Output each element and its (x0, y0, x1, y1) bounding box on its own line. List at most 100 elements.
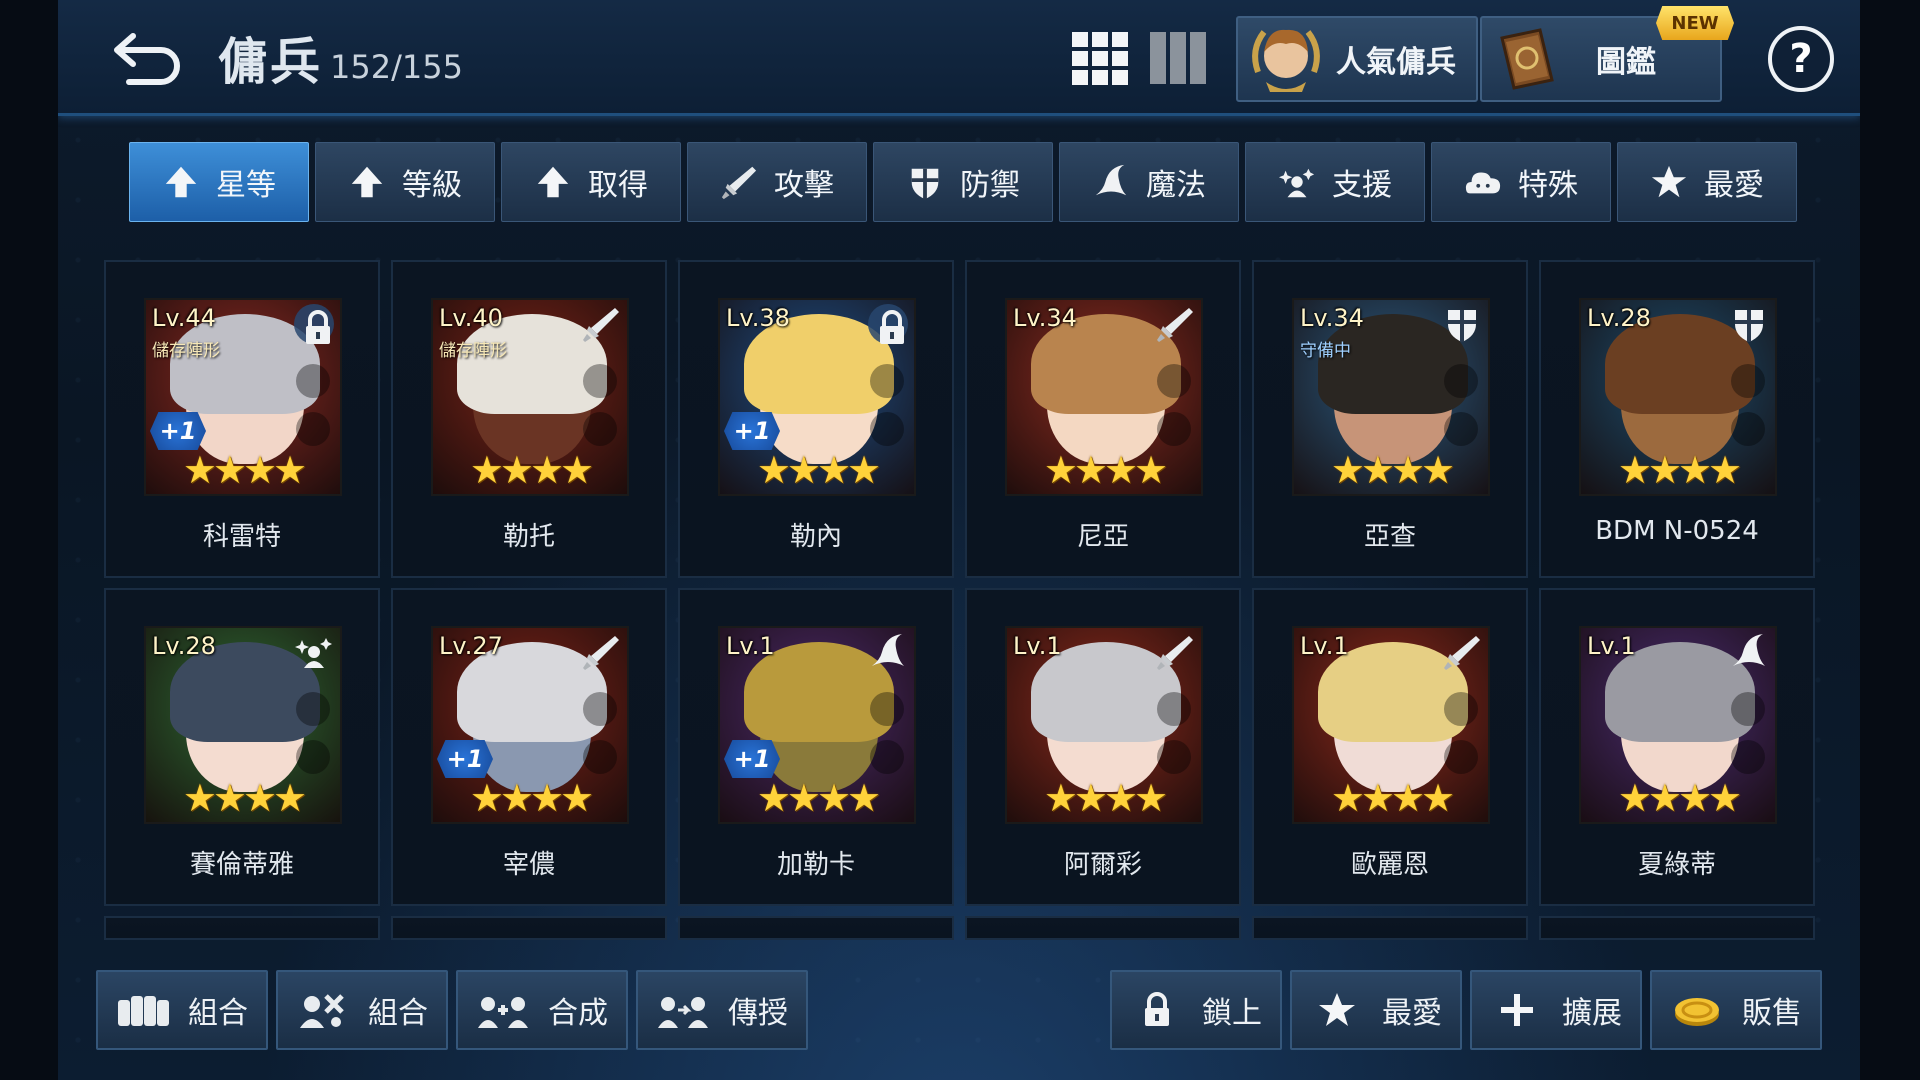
class-badge (294, 304, 334, 344)
hero-name: 宰儂 (502, 850, 555, 880)
hero-card[interactable]: Lv.27 +1 ★★★★ 宰儂 (391, 588, 667, 906)
hero-card-partial[interactable] (1252, 916, 1528, 940)
hero-name: 尼亞 (1076, 522, 1129, 552)
hero-card-partial[interactable] (104, 916, 380, 940)
sort-tab-label: 攻擊 (774, 168, 834, 203)
sort-tab-label: 魔法 (1146, 168, 1206, 203)
rune-slot (583, 412, 617, 446)
cloud-icon (1464, 163, 1502, 201)
hero-level: Lv.1 (1013, 632, 1062, 660)
sort-tab-5[interactable]: 魔法 (1059, 142, 1239, 222)
back-button[interactable] (104, 18, 194, 94)
star-rating: ★★★★ (182, 776, 307, 820)
shield-icon (1442, 304, 1482, 344)
bottom_left-button-0[interactable]: 組合 (96, 970, 268, 1050)
bottom_left-label: 合成 (548, 996, 608, 1031)
star-rating: ★★★★ (1043, 448, 1168, 492)
rune-slot (1444, 740, 1478, 774)
rune-slot (583, 364, 617, 398)
hero-card[interactable]: Lv.1 ★★★★ 阿爾彩 (965, 588, 1241, 906)
class-badge (294, 632, 334, 672)
hero-card[interactable]: Lv.34 ★★★★ 尼亞 (965, 260, 1241, 578)
class-badge (581, 632, 621, 672)
column-view-button[interactable] (1148, 30, 1208, 86)
hero-status: 儲存陣形 (152, 341, 220, 361)
page-title: 傭兵 (218, 33, 322, 91)
sort-tab-label: 支援 (1332, 168, 1392, 203)
hero-name: 科雷特 (202, 522, 281, 552)
hero-card[interactable]: Lv.1 ★★★★ 歐麗恩 (1252, 588, 1528, 906)
enhance-badge: +1 (150, 412, 206, 450)
hero-card[interactable]: Lv.40 儲存陣形 ★★★★ 勒托 (391, 260, 667, 578)
hero-name: 勒內 (789, 522, 842, 552)
sort-tab-3[interactable]: 攻擊 (687, 142, 867, 222)
star-rating: ★★★★ (1330, 448, 1455, 492)
hero-card[interactable]: Lv.44 儲存陣形 +1 ★★★★ 科雷特 (104, 260, 380, 578)
class-badge (1155, 304, 1195, 344)
hero-level: Lv.34 (1300, 304, 1364, 332)
bottom_left-button-1[interactable]: 組合 (276, 970, 448, 1050)
enhance-badge: +1 (724, 412, 780, 450)
sword-icon (1442, 632, 1482, 672)
game-screen: 傭兵 152/155 人氣傭兵 圖鑑 NEW ? 星等 等級 取得 攻擊 防禦 … (58, 0, 1860, 1080)
sort-tab-6[interactable]: 支援 (1245, 142, 1425, 222)
hero-card-partial[interactable] (965, 916, 1241, 940)
bottom_right-label: 擴展 (1562, 996, 1622, 1031)
coin-icon (1670, 990, 1724, 1030)
hero-level: Lv.1 (1300, 632, 1349, 660)
hero-status: 儲存陣形 (439, 341, 507, 361)
sort-tab-2[interactable]: 取得 (501, 142, 681, 222)
rune-slot (296, 364, 330, 398)
bottom_right-button-0[interactable]: 鎖上 (1110, 970, 1282, 1050)
sort-tab-8[interactable]: 最愛 (1617, 142, 1797, 222)
rune-slot (296, 692, 330, 726)
bottom_left-button-3[interactable]: 傳授 (636, 970, 808, 1050)
hero-card[interactable]: Lv.34 守備中 ★★★★ 亞查 (1252, 260, 1528, 578)
hero-portrait: Lv.28 ★★★★ (1579, 298, 1777, 496)
rune-slot (870, 412, 904, 446)
codex-label: 圖鑑 (1596, 45, 1656, 80)
star-rating: ★★★★ (182, 448, 307, 492)
popular-mercenary-button[interactable]: 人氣傭兵 (1236, 16, 1478, 102)
rune-slot (870, 364, 904, 398)
sort-tab-1[interactable]: 等級 (315, 142, 495, 222)
sort-tab-4[interactable]: 防禦 (873, 142, 1053, 222)
hero-portrait: Lv.1 ★★★★ (1292, 626, 1490, 824)
sort-tab-0[interactable]: 星等 (129, 142, 309, 222)
sort-tab-7[interactable]: 特殊 (1431, 142, 1611, 222)
sort-tab-label: 取得 (588, 168, 648, 203)
star-rating: ★★★★ (756, 776, 881, 820)
enhance-badge: +1 (437, 740, 493, 778)
sword-icon (1155, 632, 1195, 672)
sort-tab-label: 星等 (216, 168, 276, 203)
hero-card[interactable]: Lv.38 +1 ★★★★ 勒內 (678, 260, 954, 578)
hero-level: Lv.28 (152, 632, 216, 660)
bottom_right-button-1[interactable]: 最愛 (1290, 970, 1462, 1050)
support-icon (1278, 163, 1316, 201)
hero-card[interactable]: Lv.1 ★★★★ 夏綠蒂 (1539, 588, 1815, 906)
hero-portrait: Lv.44 儲存陣形 +1 ★★★★ (144, 298, 342, 496)
enhance-badge: +1 (724, 740, 780, 778)
hero-card[interactable]: Lv.1 +1 ★★★★ 加勒卡 (678, 588, 954, 906)
lock-icon (1130, 990, 1184, 1030)
hero-portrait: Lv.1 ★★★★ (1005, 626, 1203, 824)
hero-card-partial[interactable] (678, 916, 954, 940)
bottom_left-button-2[interactable]: 合成 (456, 970, 628, 1050)
hero-level: Lv.1 (726, 632, 775, 660)
hero-card[interactable]: Lv.28 ★★★★ BDM N-0524 (1539, 260, 1815, 578)
rune-slot (296, 412, 330, 446)
bottom_right-button-2[interactable]: 擴展 (1470, 970, 1642, 1050)
hero-card-partial[interactable] (391, 916, 667, 940)
sort-tab-label: 最愛 (1704, 168, 1764, 203)
hero-name: 勒托 (502, 522, 555, 552)
hero-count: 152/155 (330, 48, 463, 86)
hero-card-partial[interactable] (1539, 916, 1815, 940)
help-button[interactable]: ? (1768, 26, 1834, 92)
bottom_right-button-3[interactable]: 販售 (1650, 970, 1822, 1050)
hero-level: Lv.27 (439, 632, 503, 660)
hero-portrait: Lv.28 ★★★★ (144, 626, 342, 824)
grid-view-button[interactable] (1070, 30, 1130, 86)
hero-card[interactable]: Lv.28 ★★★★ 賽倫蒂雅 (104, 588, 380, 906)
bottom_left-label: 組合 (368, 996, 428, 1031)
transfer-icon (656, 990, 710, 1030)
